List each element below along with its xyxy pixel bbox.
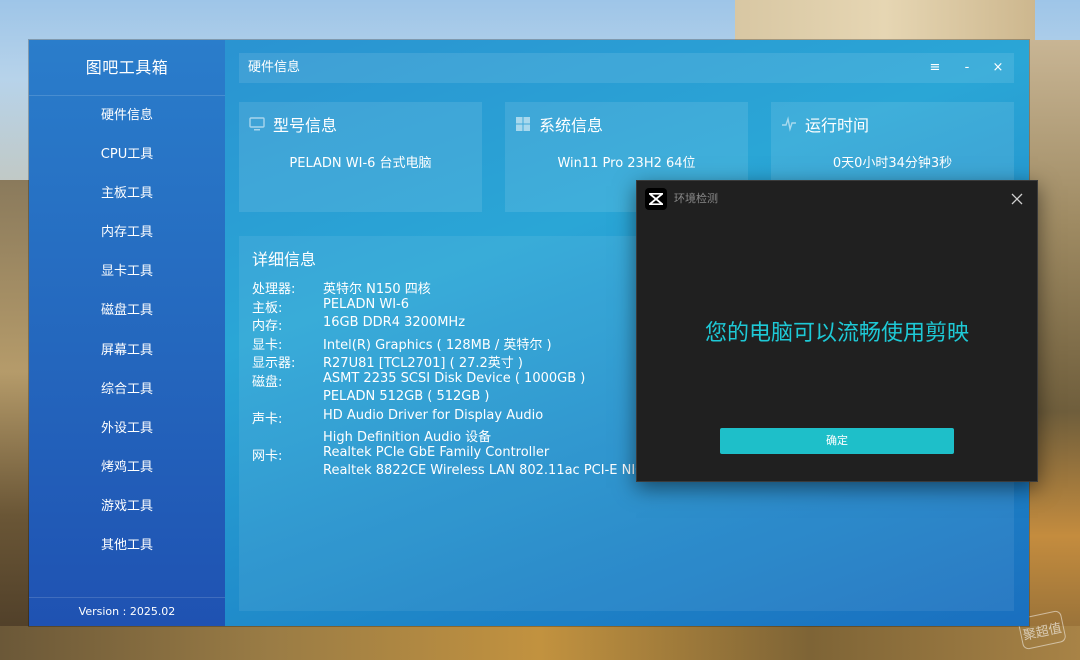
- detail-value: HD Audio Driver for Display Audio: [323, 407, 544, 423]
- detail-label: [252, 389, 323, 404]
- dialog-titlebar: 环境检测: [637, 181, 1037, 217]
- detail-value: 英特尔 N150 四核: [323, 282, 431, 297]
- sidebar-item-memory-tools[interactable]: 内存工具: [29, 213, 225, 252]
- windows-logo-icon: [515, 116, 531, 132]
- detail-row: PELADN 512GB ( 512GB ): [252, 389, 490, 404]
- detail-row: Realtek 8822CE Wireless LAN 802.11ac PCI…: [252, 463, 644, 478]
- dialog-close-button[interactable]: [1003, 185, 1031, 213]
- detail-value: PELADN 512GB ( 512GB ): [323, 389, 490, 404]
- content-titlebar: 硬件信息 ≡ - ×: [239, 53, 1014, 83]
- uptime-value: 0天0小时34分钟3秒: [832, 156, 953, 171]
- detail-value: 16GB DDR4 3200MHz: [323, 315, 466, 330]
- sidebar-item-screen-tools[interactable]: 屏幕工具: [29, 331, 225, 370]
- sidebar-item-stress-tools[interactable]: 烤鸡工具: [29, 448, 225, 487]
- system-info-value: Win11 Pro 23H2 64位: [557, 156, 696, 171]
- environment-check-dialog: 环境检测 您的电脑可以流畅使用剪映 确定: [636, 180, 1038, 482]
- detail-row: 磁盘: ASMT 2235 SCSI Disk Device ( 1000GB ): [252, 371, 585, 390]
- page-title: 硬件信息: [248, 60, 301, 75]
- model-info-value: PELADN WI-6 台式电脑: [289, 156, 432, 171]
- sidebar-item-game-tools[interactable]: 游戏工具: [29, 487, 225, 526]
- detail-label: 内存:: [252, 319, 283, 334]
- detail-value: ASMT 2235 SCSI Disk Device ( 1000GB ): [323, 370, 586, 386]
- sidebar-item-cpu-tools[interactable]: CPU工具: [29, 135, 225, 174]
- minimize-button[interactable]: -: [951, 53, 983, 83]
- detail-value: Realtek PCIe GbE Family Controller: [323, 444, 550, 460]
- background-building: [735, 0, 1035, 42]
- sidebar-item-other-tools[interactable]: 其他工具: [29, 526, 225, 565]
- detail-value: High Definition Audio 设备: [323, 430, 492, 445]
- sidebar-item-general-tools[interactable]: 综合工具: [29, 370, 225, 409]
- detail-row: 显示器: R27U81 [TCL2701] ( 27.2英寸 ): [252, 352, 523, 371]
- sidebar: 图吧工具箱 硬件信息 CPU工具 主板工具 内存工具 显卡工具 磁盘工具 屏幕工…: [29, 40, 225, 626]
- version-label: Version : 2025.02: [29, 597, 225, 626]
- sidebar-item-motherboard-tools[interactable]: 主板工具: [29, 174, 225, 213]
- detail-value: Realtek 8822CE Wireless LAN 802.11ac PCI…: [323, 463, 645, 478]
- detail-label: 处理器:: [252, 282, 296, 297]
- menu-button[interactable]: ≡: [919, 53, 951, 83]
- detail-label: 磁盘:: [252, 374, 283, 390]
- detail-value: R27U81 [TCL2701] ( 27.2英寸 ): [323, 356, 523, 371]
- model-info-card: 型号信息 PELADN WI-6 台式电脑: [239, 102, 482, 212]
- monitor-icon: [249, 116, 265, 132]
- detail-label: 主板:: [252, 300, 283, 316]
- detail-row: 处理器: 英特尔 N150 四核: [252, 278, 431, 297]
- dialog-message: 您的电脑可以流畅使用剪映: [704, 321, 969, 346]
- detail-value: Intel(R) Graphics ( 128MB / 英特尔 ): [323, 337, 552, 353]
- pulse-icon: [781, 116, 797, 132]
- detail-value: PELADN WI-6: [323, 296, 410, 312]
- detail-label: 显示器:: [252, 356, 296, 371]
- background-ground: [0, 626, 1080, 660]
- detail-row: High Definition Audio 设备: [252, 426, 491, 445]
- detail-label: 声卡:: [252, 411, 283, 427]
- detail-row: 网卡: Realtek PCIe GbE Family Controller: [252, 445, 549, 464]
- detail-row: 主板: PELADN WI-6: [252, 297, 409, 316]
- uptime-title: 运行时间: [805, 116, 870, 135]
- app-title: 图吧工具箱: [85, 58, 169, 77]
- close-icon: [1011, 193, 1023, 205]
- sidebar-item-disk-tools[interactable]: 磁盘工具: [29, 291, 225, 330]
- dialog-title: 环境检测: [674, 192, 718, 205]
- sidebar-item-gpu-tools[interactable]: 显卡工具: [29, 252, 225, 291]
- detail-row: 声卡: HD Audio Driver for Display Audio: [252, 408, 543, 427]
- detail-label: [252, 426, 323, 445]
- detail-row: 内存: 16GB DDR4 3200MHz: [252, 315, 465, 334]
- detail-label: 显卡:: [252, 337, 283, 353]
- detail-row: 显卡: Intel(R) Graphics ( 128MB / 英特尔 ): [252, 334, 552, 353]
- system-info-title: 系统信息: [539, 116, 604, 135]
- sidebar-menu: 硬件信息 CPU工具 主板工具 内存工具 显卡工具 磁盘工具 屏幕工具 综合工具…: [29, 96, 225, 565]
- model-info-title: 型号信息: [273, 116, 338, 135]
- close-button[interactable]: ×: [982, 53, 1014, 83]
- sidebar-item-hardware-info[interactable]: 硬件信息: [29, 96, 225, 135]
- detail-label: [252, 463, 323, 478]
- details-title: 详细信息: [252, 250, 317, 269]
- sidebar-item-peripheral-tools[interactable]: 外设工具: [29, 409, 225, 448]
- confirm-button[interactable]: 确定: [720, 428, 954, 454]
- detail-label: 网卡:: [252, 448, 283, 464]
- capcut-logo-icon: [645, 188, 667, 210]
